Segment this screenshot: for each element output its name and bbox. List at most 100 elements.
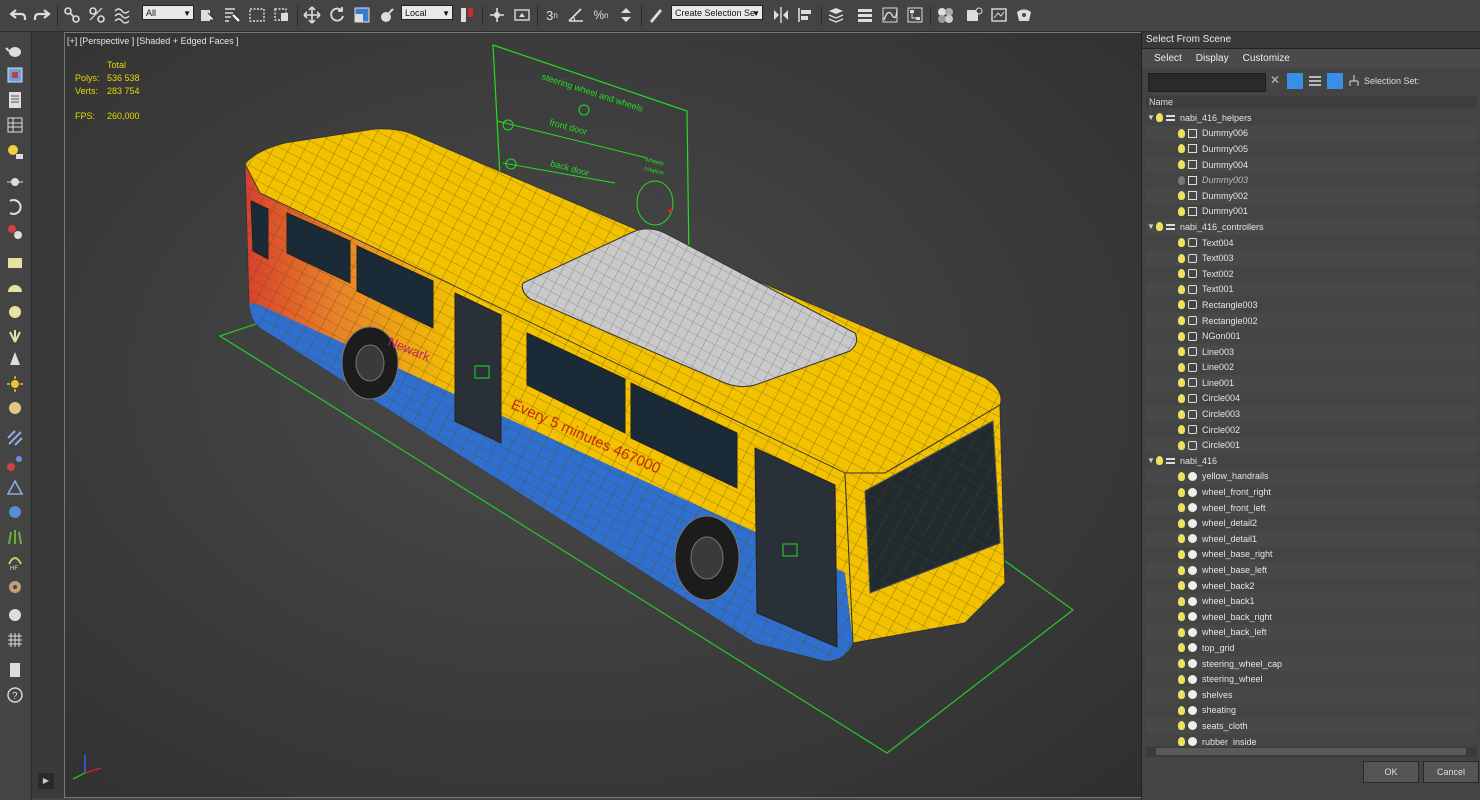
named-selection-dropdown[interactable]: Create Selection Se ▼ [671, 5, 763, 20]
object-row[interactable]: Circle001 [1146, 437, 1477, 454]
light-icon[interactable] [5, 142, 25, 162]
visibility-bulb-icon[interactable] [1178, 627, 1185, 637]
layer-explorer-icon[interactable] [855, 4, 875, 26]
teapot-icon[interactable] [5, 40, 25, 60]
rendered-frame-icon[interactable] [989, 4, 1009, 26]
ok-button[interactable]: OK [1363, 761, 1419, 783]
menu-select[interactable]: Select [1154, 53, 1182, 64]
column-header-name[interactable]: Name [1146, 96, 1477, 108]
object-row[interactable]: Text003 [1146, 250, 1477, 266]
play-icon[interactable]: ▶ [38, 773, 54, 789]
object-row[interactable]: wheel_back_left [1146, 624, 1477, 641]
object-row[interactable]: wheel_back2 [1146, 578, 1477, 594]
bind-spacewarp-icon[interactable] [112, 4, 132, 26]
grid-icon[interactable] [5, 630, 25, 650]
visibility-bulb-icon[interactable] [1178, 347, 1185, 357]
rotate-icon[interactable] [327, 4, 347, 26]
clear-icon[interactable]: ✕ [1270, 73, 1280, 87]
visibility-bulb-icon[interactable] [1178, 206, 1185, 216]
expand-arrow-icon[interactable]: ▼ [1146, 113, 1156, 122]
visibility-bulb-icon[interactable] [1178, 378, 1185, 388]
display-icon[interactable] [5, 222, 25, 242]
cone-icon[interactable] [5, 349, 25, 369]
ball-icon[interactable] [5, 605, 25, 625]
visibility-bulb-icon[interactable] [1178, 128, 1185, 138]
sphere-icon[interactable] [5, 302, 25, 322]
object-row[interactable]: steering_wheel [1146, 671, 1477, 687]
object-row[interactable]: sheating [1146, 703, 1477, 719]
keyboard-shortcut-icon[interactable] [512, 4, 532, 26]
curve-editor-icon[interactable] [880, 4, 900, 26]
object-row[interactable]: Text002 [1146, 266, 1477, 282]
visibility-bulb-icon[interactable] [1178, 160, 1185, 170]
align-icon[interactable] [796, 4, 816, 26]
expand-arrow-icon[interactable]: ▼ [1146, 222, 1156, 231]
selection-filter-dropdown[interactable]: All ▼ [142, 5, 194, 20]
object-row[interactable]: Dummy005 [1146, 141, 1477, 157]
object-row[interactable]: Dummy002 [1146, 187, 1477, 204]
layer-row[interactable]: ▼ nabi_416_helpers [1146, 110, 1477, 126]
plane-icon[interactable] [5, 253, 25, 273]
visibility-bulb-icon[interactable] [1178, 331, 1185, 341]
manipulate-icon[interactable] [487, 4, 507, 26]
object-row[interactable]: wheel_base_left [1146, 562, 1477, 578]
object-row[interactable]: yellow_handrails [1146, 468, 1477, 485]
object-row[interactable]: Dummy006 [1146, 125, 1477, 142]
object-row[interactable]: rubber_inside [1146, 734, 1477, 746]
object-row[interactable]: steering_wheel_cap [1146, 655, 1477, 672]
layers-icon[interactable] [1327, 73, 1343, 89]
scene-object-list[interactable]: ▼ nabi_416_helpers Dummy006 Dummy005 Dummy00… [1146, 110, 1477, 746]
object-row[interactable]: Line001 [1146, 375, 1477, 391]
edit-named-sets-icon[interactable] [646, 4, 666, 26]
move-icon[interactable] [302, 4, 322, 26]
visibility-bulb-icon[interactable] [1178, 690, 1185, 700]
table-icon[interactable] [5, 115, 25, 135]
snap-3-icon[interactable]: 3n [542, 4, 562, 26]
visibility-bulb-icon[interactable] [1178, 518, 1185, 528]
disc-icon[interactable] [5, 398, 25, 418]
menu-customize[interactable]: Customize [1243, 53, 1290, 64]
schematic-icon[interactable] [905, 4, 925, 26]
object-row[interactable]: Line003 [1146, 343, 1477, 360]
particles-icon[interactable] [5, 428, 25, 448]
tent-icon[interactable] [5, 478, 25, 498]
visibility-bulb-icon[interactable] [1178, 534, 1185, 544]
visibility-bulb-icon[interactable] [1178, 425, 1185, 435]
visibility-bulb-icon[interactable] [1178, 144, 1185, 154]
visibility-bulb-icon[interactable] [1178, 581, 1185, 591]
cancel-button[interactable]: Cancel [1423, 761, 1479, 783]
clipboard-icon[interactable] [5, 660, 25, 680]
object-row[interactable]: Line002 [1146, 360, 1477, 376]
spinner-snap-icon[interactable] [616, 4, 636, 26]
grass-icon[interactable] [5, 527, 25, 547]
object-row[interactable]: wheel_base_right [1146, 547, 1477, 563]
visibility-bulb-icon[interactable] [1178, 705, 1185, 715]
expand-arrow-icon[interactable]: ▼ [1146, 456, 1156, 465]
object-row[interactable]: Circle003 [1146, 406, 1477, 422]
mirror-icon[interactable] [771, 4, 791, 26]
hemisphere-icon[interactable] [5, 278, 25, 298]
visibility-bulb-icon[interactable] [1178, 175, 1185, 185]
visibility-bulb-icon[interactable] [1156, 113, 1163, 123]
hair-fur-icon[interactable]: HF [5, 552, 25, 572]
document-icon[interactable] [5, 90, 25, 110]
globe-icon[interactable] [5, 502, 25, 522]
horizontal-scrollbar[interactable] [1146, 747, 1477, 757]
visibility-bulb-icon[interactable] [1178, 503, 1185, 513]
molecule-icon[interactable] [5, 453, 25, 473]
rect-select-icon[interactable] [247, 4, 267, 26]
object-row[interactable]: Rectangle003 [1146, 297, 1477, 313]
percent-snap-icon[interactable]: % n [591, 4, 611, 26]
visibility-bulb-icon[interactable] [1178, 737, 1185, 746]
object-row[interactable]: shelves [1146, 686, 1477, 703]
visibility-bulb-icon[interactable] [1178, 316, 1185, 326]
hierarchy-toggle-icon[interactable] [1307, 73, 1323, 89]
visibility-bulb-icon[interactable] [1178, 284, 1185, 294]
scale-icon[interactable] [352, 4, 372, 26]
material-editor-icon[interactable] [935, 4, 955, 26]
unlink-icon[interactable] [87, 4, 107, 26]
shell-icon[interactable] [5, 577, 25, 597]
layer-row[interactable]: ▼ nabi_416_controllers [1146, 219, 1477, 235]
object-row[interactable]: wheel_detail2 [1146, 515, 1477, 531]
scene-explorer-icon[interactable] [826, 4, 846, 26]
